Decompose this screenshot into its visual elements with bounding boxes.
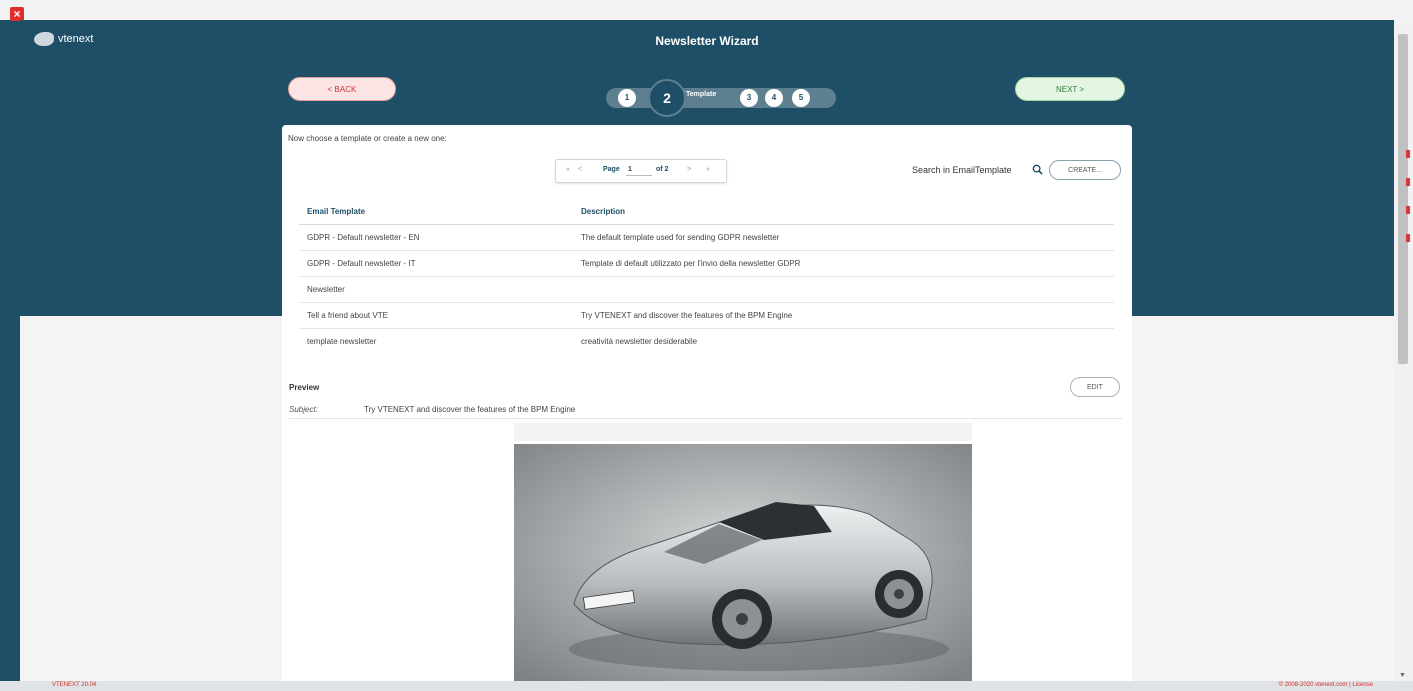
close-icon[interactable]: × — [10, 7, 24, 21]
table-row[interactable]: GDPR - Default newsletter - EN The defau… — [299, 224, 1114, 251]
template-panel: Now choose a template or create a new on… — [282, 125, 1132, 681]
template-name-cell[interactable]: template newsletter — [299, 329, 573, 355]
search-icon[interactable] — [1032, 164, 1043, 175]
prev-page-button[interactable]: < — [578, 166, 582, 173]
subject-value: Try VTENEXT and discover the features of… — [364, 405, 576, 414]
page-count: of 2 — [656, 166, 669, 173]
background-edge-marks — [1406, 150, 1410, 250]
page-input-underline — [626, 166, 652, 176]
table-row[interactable]: Newsletter — [299, 276, 1114, 303]
wizard-title: Newsletter Wizard — [655, 34, 759, 48]
create-button[interactable]: CREATE... — [1049, 160, 1121, 180]
step-3[interactable]: 3 — [740, 89, 758, 107]
table-row[interactable]: GDPR - Default newsletter - IT Template … — [299, 250, 1114, 277]
footer-copyright[interactable]: © 2008-2020 vtenext.com | License — [1279, 682, 1373, 688]
template-name-cell[interactable]: Tell a friend about VTE — [299, 302, 573, 329]
next-button[interactable]: NEXT > — [1015, 77, 1125, 101]
step-2-active[interactable]: 2 — [648, 79, 686, 117]
preview-car-image — [514, 444, 972, 681]
step-4[interactable]: 4 — [765, 89, 783, 107]
subject-label: Subject: — [289, 405, 318, 414]
last-page-button[interactable]: » — [706, 166, 710, 173]
step-1[interactable]: 1 — [618, 89, 636, 107]
instruction-text: Now choose a template or create a new on… — [288, 134, 447, 143]
search-input[interactable]: Search in EmailTemplate — [912, 165, 1012, 175]
preview-title: Preview — [289, 383, 320, 392]
newsletter-wizard-modal: vtenext Newsletter Wizard < BACK NEXT > … — [20, 20, 1394, 681]
pagination: « < Page 1 of 2 > » — [555, 159, 727, 183]
scroll-down-arrow-icon[interactable]: ▼ — [1399, 672, 1406, 679]
column-header-email-template[interactable]: Email Template — [299, 198, 573, 225]
first-page-button[interactable]: « — [566, 166, 570, 173]
template-description-cell[interactable]: Template di default utilizzato per l'inv… — [573, 250, 1114, 277]
left-edge-strip — [0, 20, 20, 691]
template-name-cell[interactable]: Newsletter — [299, 276, 573, 303]
footer-version: VTENEXT 20.04 — [52, 682, 97, 688]
step-2-label: Template — [686, 91, 717, 98]
template-description-cell[interactable]: Try VTENEXT and discover the features of… — [573, 302, 1114, 329]
preview-image-top-bar — [514, 423, 972, 441]
step-5[interactable]: 5 — [792, 89, 810, 107]
table-row[interactable]: Tell a friend about VTE Try VTENEXT and … — [299, 302, 1114, 329]
vertical-scrollbar[interactable]: ▼ — [1394, 20, 1413, 681]
preview-divider — [289, 418, 1122, 419]
template-name-cell[interactable]: GDPR - Default newsletter - IT — [299, 250, 573, 277]
browser-top-strip — [0, 0, 1413, 20]
template-description-cell[interactable]: The default template used for sending GD… — [573, 224, 1114, 251]
template-description-cell[interactable] — [573, 276, 1114, 303]
table-header-row: Email Template Description — [299, 198, 1114, 225]
template-name-cell[interactable]: GDPR - Default newsletter - EN — [299, 224, 573, 251]
template-description-cell[interactable]: creatività newsletter desiderabile — [573, 329, 1114, 355]
page-footer: VTENEXT 20.04 © 2008-2020 vtenext.com | … — [0, 681, 1413, 691]
back-button[interactable]: < BACK — [288, 77, 396, 101]
next-page-button[interactable]: > — [687, 166, 691, 173]
column-header-description[interactable]: Description — [573, 198, 1114, 225]
edit-button[interactable]: EDIT — [1070, 377, 1120, 397]
page-label: Page — [603, 166, 620, 173]
table-row[interactable]: template newsletter creatività newslette… — [299, 329, 1114, 355]
email-template-table: Email Template Description GDPR - Defaul… — [299, 198, 1114, 354]
